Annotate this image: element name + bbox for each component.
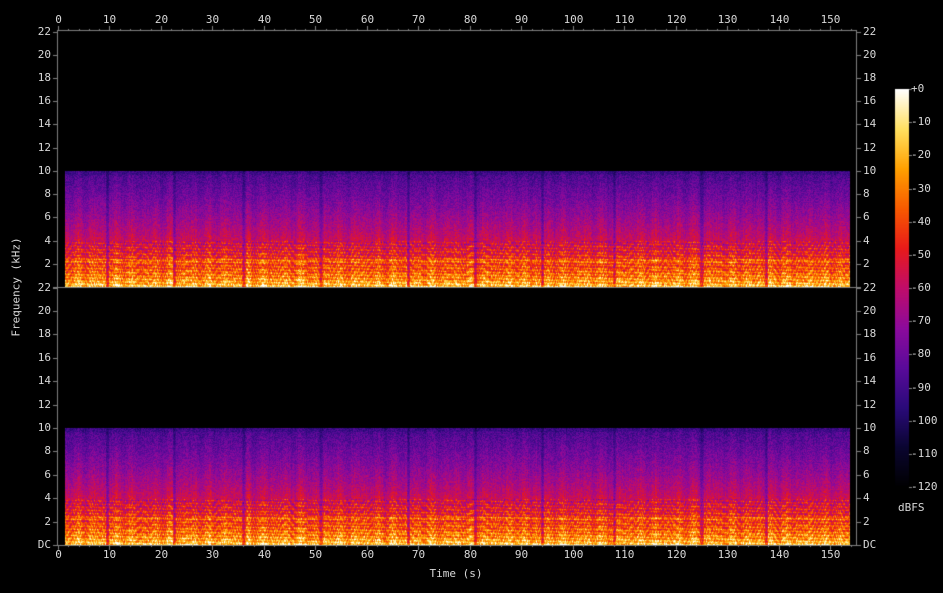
y-tick-left: 22 [37,280,51,294]
y-tick-right: 12 [863,397,877,411]
y-tick-left: 20 [37,47,51,61]
colorbar-tick: -40 [911,214,931,228]
y-tick-right: 18 [863,71,877,85]
y-tick-left: 22 [37,24,51,38]
y-tick-right: 2 [863,514,870,528]
colorbar-tick: -60 [911,281,931,294]
y-tick-right: 16 [863,350,877,364]
y-tick-right: 10 [863,420,877,434]
y-tick-left: 6 [44,210,51,224]
x-tick-top: 90 [514,13,529,26]
y-tick-right: 18 [863,327,877,341]
y-tick-left: 16 [37,350,51,364]
x-tick-bottom: 90 [514,548,529,561]
spectrogram-canvas [0,0,943,593]
x-tick-bottom: 150 [820,548,841,561]
y-tick-right: DC [863,538,877,551]
y-tick-right: 22 [863,24,877,38]
x-tick-top: 70 [411,13,426,26]
x-tick-bottom: 70 [411,548,426,561]
y-tick-right: 2 [863,256,870,270]
x-tick-top: 120 [666,13,687,26]
x-tick-top: 30 [205,13,220,26]
y-tick-right: 22 [863,280,877,294]
x-tick-bottom: 20 [154,548,169,561]
colorbar-tick: -110 [911,446,938,460]
x-tick-bottom: 40 [257,548,272,561]
x-tick-bottom: 120 [666,548,687,561]
x-tick-bottom: 140 [769,548,790,561]
x-tick-top: 110 [614,13,635,26]
y-tick-left: 2 [44,514,51,528]
x-tick-bottom: 0 [55,548,62,561]
x-tick-bottom: 30 [205,548,220,561]
colorbar-tick: -120 [911,480,938,493]
y-tick-right: 8 [863,444,870,458]
y-tick-left: 20 [37,303,51,317]
colorbar-tick: -90 [911,380,931,394]
colorbar-tick: -30 [911,181,931,195]
x-tick-bottom: 60 [360,548,375,561]
y-tick-right: 20 [863,303,877,317]
y-tick-left: 4 [44,233,51,247]
y-tick-right: 10 [863,163,877,177]
colorbar-unit: dBFS [898,501,925,514]
x-tick-top: 100 [563,13,584,26]
y-tick-right: 20 [863,47,877,61]
y-tick-right: 6 [863,210,870,224]
y-tick-right: 4 [863,491,870,505]
y-tick-right: 14 [863,374,877,388]
x-tick-top: 130 [717,13,738,26]
y-tick-left: 16 [37,94,51,108]
y-tick-left: 8 [44,444,51,458]
y-tick-left: 12 [37,140,51,154]
x-tick-top: 140 [769,13,790,26]
y-tick-left: 8 [44,187,51,201]
x-tick-bottom: 10 [102,548,117,561]
y-tick-left: 6 [44,467,51,481]
y-tick-left: 18 [37,327,51,341]
y-tick-right: 6 [863,467,870,481]
y-tick-right: 16 [863,94,877,108]
x-tick-bottom: 50 [308,548,323,561]
colorbar-tick: -20 [911,148,931,162]
colorbar-tick: -100 [911,413,938,427]
x-tick-top: 0 [55,13,62,26]
x-tick-bottom: 100 [563,548,584,561]
x-tick-top: 150 [820,13,841,26]
y-tick-left: DC [37,538,51,551]
x-tick-bottom: 110 [614,548,635,561]
x-tick-top: 20 [154,13,169,26]
x-tick-top: 40 [257,13,272,26]
x-tick-bottom: 80 [463,548,478,561]
y-tick-left: 2 [44,256,51,270]
x-axis-label: Time (s) [429,567,483,580]
colorbar-tick: -70 [911,314,931,328]
x-tick-bottom: 130 [717,548,738,561]
y-tick-left: 14 [37,117,51,131]
y-tick-right: 14 [863,117,877,131]
colorbar-tick: -50 [911,247,931,261]
colorbar-tick: -10 [911,115,931,129]
y-tick-right: 12 [863,140,877,154]
y-tick-left: 4 [44,491,51,505]
y-tick-left: 10 [37,163,51,177]
y-tick-left: 10 [37,420,51,434]
y-tick-left: 14 [37,374,51,388]
x-tick-top: 80 [463,13,478,26]
x-tick-top: 60 [360,13,375,26]
y-tick-left: 12 [37,397,51,411]
y-tick-right: 4 [863,233,870,247]
y-tick-left: 18 [37,71,51,85]
y-tick-right: 8 [863,187,870,201]
colorbar-tick: +0 [911,82,925,95]
x-tick-top: 10 [102,13,117,26]
x-tick-top: 50 [308,13,323,26]
colorbar-tick: -80 [911,347,931,361]
y-axis-label: Frequency (kHz) [9,237,23,337]
